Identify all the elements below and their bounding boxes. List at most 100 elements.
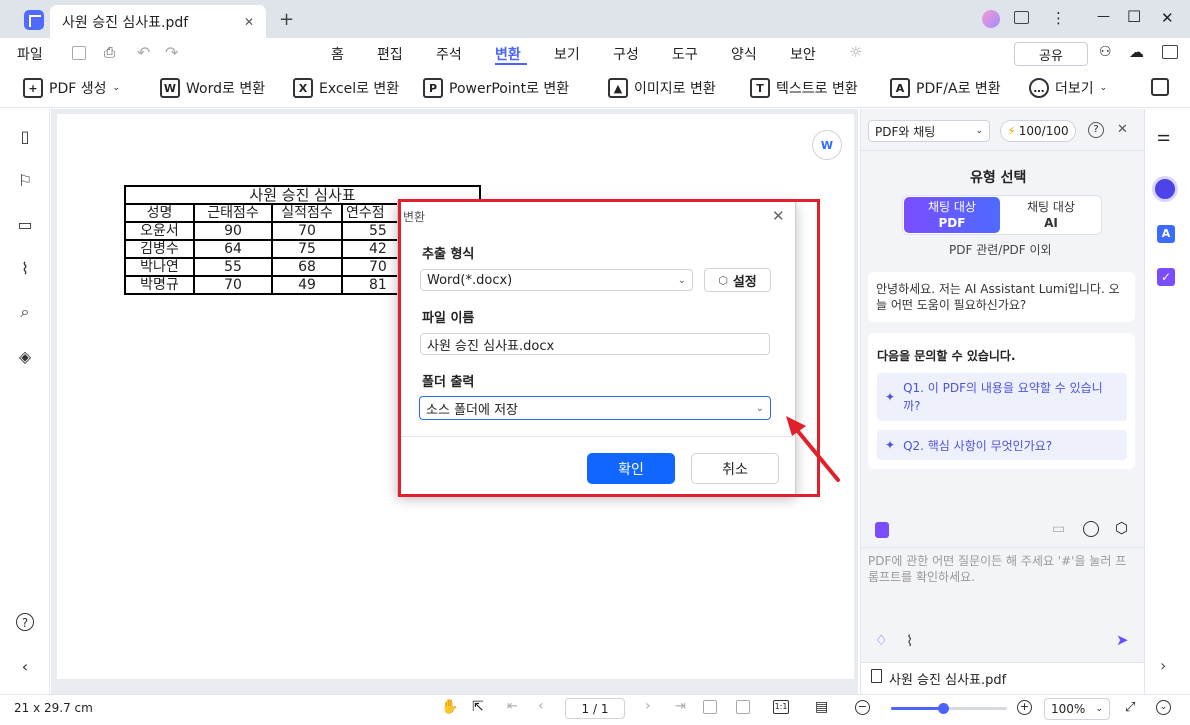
prev-page-icon[interactable]: ‹ [538,698,544,714]
pdf-cell: 90 [193,221,273,241]
org-icon[interactable]: ⚇ [1099,44,1112,60]
pdfa-convert-button[interactable]: A PDF/A로 변환 [890,77,1001,99]
translate-icon[interactable]: A [1157,225,1175,243]
suggestion-q2-text: Q2. 핵심 사항이 무엇인가요? [903,438,1053,453]
menu-file[interactable]: 파일 [17,44,43,64]
more-label: 더보기 [1055,81,1094,97]
new-chat-icon[interactable]: ▭ [1052,521,1065,537]
checklist-icon[interactable]: ✓ [1157,268,1175,286]
chat-ai-option-line1: 채팅 대상 [1027,200,1075,214]
suggestion-q1[interactable]: ✦ Q1. 이 PDF의 내용을 요약할 수 있습니까? [877,373,1127,421]
page-layout-icon[interactable]: ▤ [815,699,828,715]
menu-form[interactable]: 양식 [731,44,757,64]
pdf-header-cell: 성명 [124,203,195,223]
word-convert-button[interactable]: W Word로 변환 [160,77,265,99]
redo-icon[interactable]: ↷ [165,43,178,62]
help-icon[interactable]: ? [1088,122,1104,138]
file-icon [871,669,882,683]
prompt-book-icon[interactable] [875,522,889,538]
excel-convert-button[interactable]: X Excel로 변환 [293,77,399,99]
feedback-icon[interactable] [1014,11,1029,24]
hand-tool-icon[interactable]: ✋ [441,699,458,715]
fullscreen-icon[interactable]: ⤢ [1125,700,1135,715]
chevron-down-icon: ⌄ [1099,83,1108,93]
zoom-out-icon[interactable]: − [855,700,870,715]
comment-icon[interactable]: ▭ [16,216,34,234]
suggestion-q2[interactable]: ✦ Q2. 핵심 사항이 무엇인가요? [877,430,1127,460]
menu-bar [0,38,1190,70]
panel-toggle-icon[interactable] [1162,45,1178,59]
chat-mode-select[interactable]: PDF와 채팅 ⌄ [868,120,990,142]
bulb-icon[interactable]: ♢ [875,633,888,649]
attachment-icon[interactable]: ⌇ [16,260,34,278]
menu-convert[interactable]: 변환 [495,44,521,64]
chat-input-placeholder: PDF에 관한 어떤 질문이든 해 주세요 '#'을 눌러 프롬프트를 확인하세… [868,554,1127,584]
expand-down-icon[interactable]: ⌄ [1156,700,1171,715]
zoom-select[interactable]: 100% ⌄ [1044,698,1110,720]
menu-edit[interactable]: 편집 [377,44,403,64]
close-tab-icon[interactable]: ✕ [244,15,254,29]
ai-translate-float-button[interactable]: W [812,130,842,160]
save-icon[interactable] [72,46,86,60]
rotate-icon[interactable] [736,700,750,714]
layout-grid-icon[interactable] [1151,78,1169,96]
avatar[interactable] [982,10,1000,28]
sparkle-icon: ✦ [885,438,896,452]
ai-assistant-icon[interactable] [1152,176,1178,202]
more-button[interactable]: … 더보기 ⌄ [1029,77,1107,99]
zoom-slider[interactable] [891,703,1007,714]
attach-icon[interactable]: ⌇ [906,632,913,650]
menu-security[interactable]: 보안 [790,44,816,64]
panel-close-icon[interactable]: ✕ [1117,122,1128,137]
cloud-upload-icon[interactable]: ☁ [1129,43,1144,61]
share-button[interactable]: 공유 [1014,42,1088,66]
page-thumbnail-icon[interactable]: ▯ [16,128,34,146]
chat-mode-value: PDF와 채팅 [875,124,936,139]
search-icon[interactable]: ⌕ [16,303,34,321]
image-convert-button[interactable]: ▲ 이미지로 변환 [608,77,716,99]
maximize-button[interactable]: ☐ [1127,7,1141,26]
properties-icon[interactable]: ⚌ [1157,127,1170,145]
select-tool-icon[interactable]: ⇱ [472,699,484,715]
page-number-input[interactable]: 1 / 1 [565,698,625,719]
collapse-right-icon[interactable]: › [1160,656,1166,675]
ppt-convert-button[interactable]: P PowerPoint로 변환 [423,77,569,99]
menu-view[interactable]: 보기 [554,44,580,64]
credits-badge[interactable]: ⚡ 100/100 [1000,120,1076,142]
new-tab-icon[interactable]: + [279,9,294,30]
menu-home[interactable]: 홈 [331,44,344,64]
lightbulb-icon[interactable]: ☼ [849,43,862,61]
document-tab[interactable]: 사원 승진 심사표.pdf ✕ [50,5,266,38]
zoom-in-icon[interactable]: + [1017,700,1032,715]
pdf-cell: 70 [193,275,273,295]
layers-icon[interactable]: ◈ [16,348,34,366]
history-icon[interactable] [1083,521,1099,537]
window-close-button[interactable]: ✕ [1161,9,1174,27]
last-page-icon[interactable]: ⇥ [675,699,686,714]
menu-tools[interactable]: 도구 [672,44,698,64]
menu-comment[interactable]: 주석 [436,44,462,64]
pdf-header-cell: 실적점수 [271,203,343,223]
settings-hex-icon[interactable]: ⬡ [1115,519,1128,537]
undo-icon[interactable]: ↶ [137,43,150,62]
chat-pdf-option[interactable]: 채팅 대상 PDF [904,197,1000,233]
minimize-button[interactable]: — [1097,9,1110,24]
left-sidebar [0,109,50,694]
chat-ai-option[interactable]: 채팅 대상 AI [1003,197,1099,233]
actual-size-icon[interactable]: 1:1 [773,700,789,714]
help-icon[interactable]: ? [16,613,34,631]
menu-organize[interactable]: 구성 [613,44,639,64]
bookmark-icon[interactable]: ⚐ [16,172,34,190]
more-vertical-icon[interactable]: ⋮ [1051,9,1066,27]
chevron-down-icon: ⌄ [112,83,121,93]
collapse-left-icon[interactable]: ‹ [16,658,34,676]
fit-page-icon[interactable] [703,700,717,714]
pdf-create-button[interactable]: + PDF 생성 ⌄ [23,77,120,99]
next-page-icon[interactable]: › [645,698,651,714]
text-convert-button[interactable]: T 텍스트로 변환 [750,77,858,99]
greeting-card: 안녕하세요. 저는 AI Assistant Lumi입니다. 오늘 어떤 도움… [868,272,1135,322]
first-page-icon[interactable]: ⇤ [507,699,518,714]
highlight-box [398,199,820,497]
print-icon[interactable]: ⎙ [104,45,115,61]
send-icon[interactable]: ➤ [1116,631,1129,649]
